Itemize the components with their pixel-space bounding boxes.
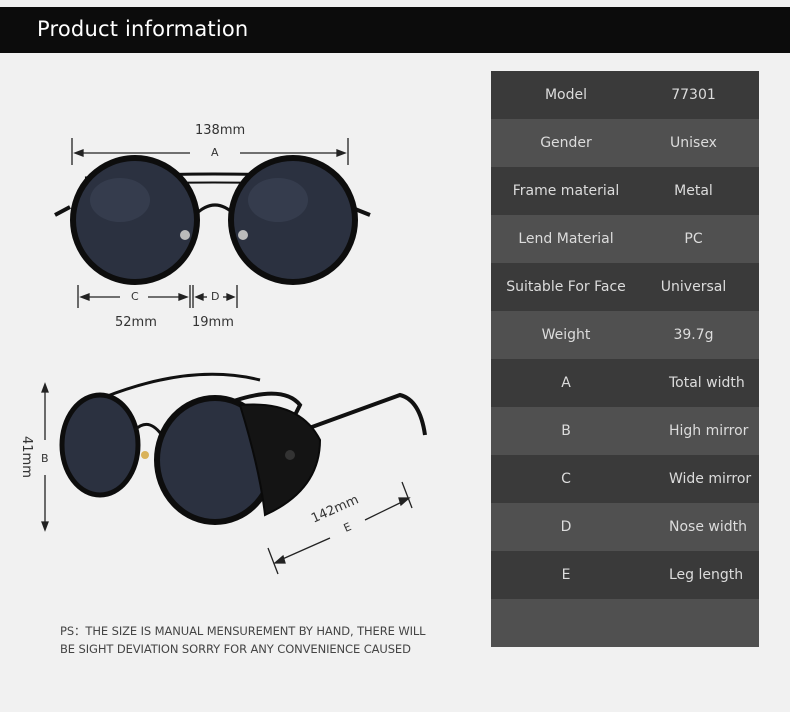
spec-row-frame-material: Frame material Metal [491,167,759,215]
spec-value: PC [684,231,703,247]
legend-meaning: Wide mirror [669,471,752,487]
spec-row-face: Suitable For Face Universal [491,263,759,311]
spec-value: Universal [660,279,727,295]
legend-letter: A [561,375,571,391]
dimension-c-letter: C [131,290,139,303]
dimension-c-value: 52mm [115,315,157,330]
spec-key: Suitable For Face [506,279,626,295]
dimension-b-value: 41mm [19,436,34,478]
front-view-glasses [54,155,371,285]
spec-table-footer [491,599,759,647]
dimension-b-letter: B [41,452,49,465]
spec-key: Weight [541,327,591,343]
spec-row-gender: Gender Unisex [491,119,759,167]
legend-letter: D [560,519,572,535]
legend-meaning: Leg length [669,567,744,583]
dimension-a-letter: A [211,146,219,159]
legend-meaning: Total width [669,375,745,391]
page-title: Product information [37,17,249,41]
spec-value: 39.7g [673,327,714,343]
spec-row-lens-material: Lend Material PC [491,215,759,263]
spec-key: Lend Material [518,231,614,247]
legend-meaning: High mirror [669,423,749,439]
glasses-illustration [41,138,427,575]
spec-value: 77301 [671,87,716,103]
legend-row-d: D Nose width [491,503,759,551]
ps-note-line-1: PS：THE SIZE IS MANUAL MENSUREMENT BY HAN… [60,624,426,638]
legend-meaning: Nose width [669,519,747,535]
header-bar: Product information [0,7,790,53]
spec-key: Model [544,87,588,103]
ps-note: PS：THE SIZE IS MANUAL MENSUREMENT BY HAN… [60,622,440,658]
side-view-glasses [59,372,427,525]
legend-letter: B [561,423,571,439]
legend-row-a: A Total width [491,359,759,407]
spec-key: Frame material [512,183,620,199]
dimension-d-letter: D [211,290,220,303]
legend-letter: C [561,471,571,487]
spec-table: Model 77301 Gender Unisex Frame material… [491,71,759,647]
spec-key: Gender [540,135,592,151]
ps-note-line-2: BE SIGHT DEVIATION SORRY FOR ANY CONVENI… [60,642,411,656]
legend-row-c: C Wide mirror [491,455,759,503]
legend-row-b: B High mirror [491,407,759,455]
spec-value: Metal [674,183,713,199]
spec-value: Unisex [670,135,717,151]
dimension-d-value: 19mm [192,315,234,330]
spec-row-weight: Weight 39.7g [491,311,759,359]
spec-row-model: Model 77301 [491,71,759,119]
legend-letter: E [561,567,571,583]
dimension-a-value: 138mm [195,123,246,138]
legend-row-e: E Leg length [491,551,759,599]
